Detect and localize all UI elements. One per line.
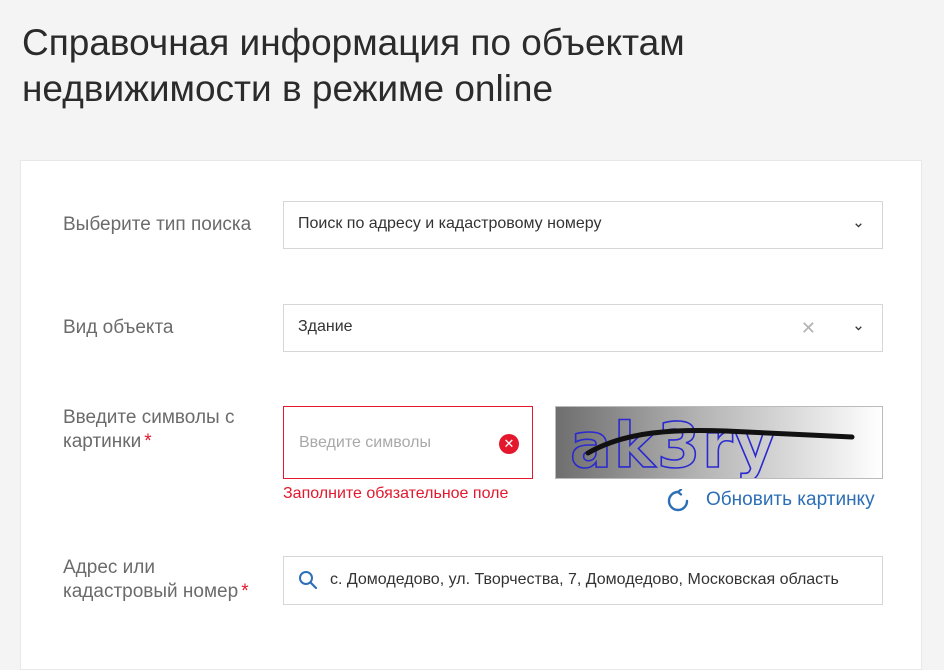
- address-label: Адрес или кадастровый номер *: [63, 556, 263, 604]
- object-type-value: Здание: [298, 318, 353, 335]
- refresh-icon: [667, 489, 689, 512]
- search-icon: [299, 571, 318, 590]
- captcha-label: Введите символы с картинки *: [63, 406, 263, 454]
- address-label-text: Адрес или кадастровый номер: [63, 557, 239, 602]
- error-clear-icon[interactable]: ✕: [499, 434, 519, 454]
- object-type-select[interactable]: Здание ✕: [283, 304, 883, 352]
- object-type-label: Вид объекта: [63, 317, 174, 338]
- page-title: Справочная информация по объектам недвиж…: [22, 22, 685, 109]
- search-form-card: Выберите тип поиска Поиск по адресу и ка…: [20, 160, 922, 670]
- chevron-down-icon[interactable]: [855, 222, 862, 229]
- required-mark: *: [241, 581, 249, 602]
- captcha-placeholder: Введите символы: [299, 434, 431, 451]
- search-type-select[interactable]: Поиск по адресу и кадастровому номеру: [283, 201, 883, 249]
- search-type-label: Выберите тип поиска: [63, 214, 252, 235]
- address-search-input[interactable]: с. Домодедово, ул. Творчества, 7, Домоде…: [283, 556, 883, 605]
- search-type-value: Поиск по адресу и кадастровому номеру: [298, 215, 602, 232]
- captcha-image: ak3ry: [555, 406, 883, 479]
- chevron-down-icon[interactable]: [855, 325, 862, 332]
- close-icon[interactable]: ✕: [801, 318, 816, 338]
- captcha-text: ak3ry: [570, 409, 777, 478]
- refresh-captcha-label: Обновить картинку: [706, 489, 875, 510]
- address-value: с. Домодедово, ул. Творчества, 7, Домоде…: [330, 571, 839, 588]
- captcha-input[interactable]: Введите символы ✕: [283, 406, 533, 479]
- captcha-error-text: Заполните обязательное поле: [283, 485, 509, 502]
- required-mark: *: [144, 431, 152, 452]
